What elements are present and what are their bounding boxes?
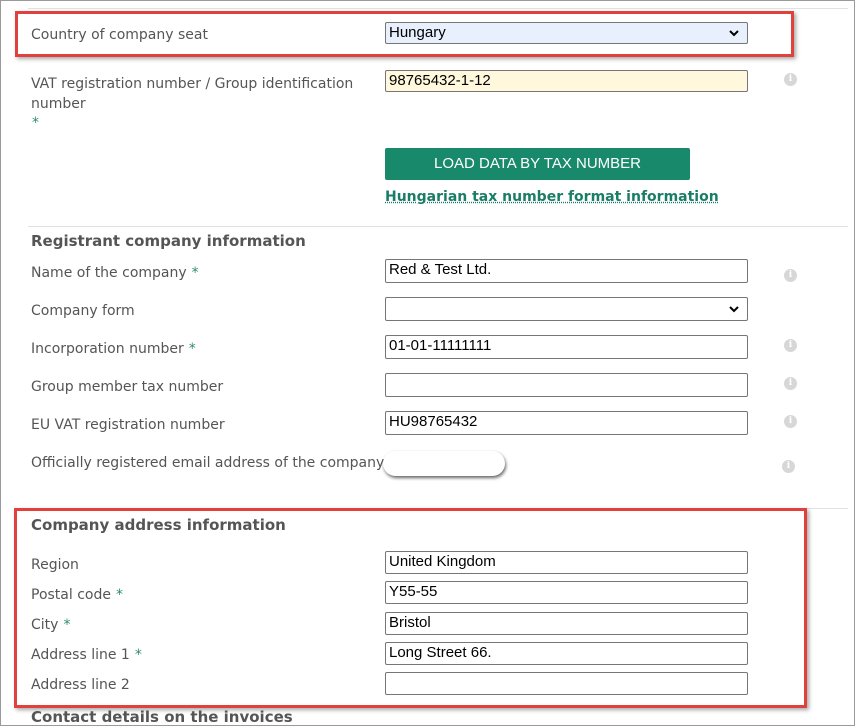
seat-highlight-box <box>15 11 794 57</box>
company-form-select[interactable] <box>385 297 748 321</box>
eu-vat-info-icon[interactable]: i <box>784 415 797 428</box>
address-highlight-box <box>14 508 807 708</box>
vat-input[interactable]: 98765432-1-12 <box>385 70 748 92</box>
email-input[interactable] <box>383 451 505 476</box>
incorporation-input[interactable]: 01-01-11111111 <box>385 335 748 359</box>
company-form-label: Company form <box>31 303 135 319</box>
vat-required-mark: * <box>32 115 39 131</box>
vat-info-icon[interactable]: i <box>784 73 797 86</box>
load-data-button[interactable]: LOAD DATA BY TAX NUMBER <box>385 148 690 180</box>
incorporation-label: Incorporation number * <box>31 341 196 357</box>
group-member-input[interactable] <box>385 373 748 397</box>
group-member-info-icon[interactable]: i <box>784 377 797 390</box>
contact-title: Contact details on the invoices <box>31 708 293 726</box>
registrant-title: Registrant company information <box>31 232 306 250</box>
email-label: Officially registered email address of t… <box>31 455 385 471</box>
vat-label-line2: number <box>31 96 86 112</box>
company-name-info-icon[interactable]: i <box>784 269 797 282</box>
chevron-down-icon <box>729 306 739 313</box>
company-name-label: Name of the company * <box>31 265 199 281</box>
company-name-input[interactable]: Red & Test Ltd. <box>385 259 748 283</box>
divider-registrant <box>28 226 848 227</box>
eu-vat-input[interactable]: HU98765432 <box>385 411 748 435</box>
group-member-label: Group member tax number <box>31 379 224 395</box>
incorporation-info-icon[interactable]: i <box>784 339 797 352</box>
email-info-icon[interactable]: i <box>782 460 795 473</box>
top-divider <box>28 8 848 9</box>
vat-label: VAT registration number / Group identifi… <box>31 76 354 92</box>
tax-format-link[interactable]: Hungarian tax number format information <box>385 189 719 205</box>
eu-vat-label: EU VAT registration number <box>31 417 225 433</box>
